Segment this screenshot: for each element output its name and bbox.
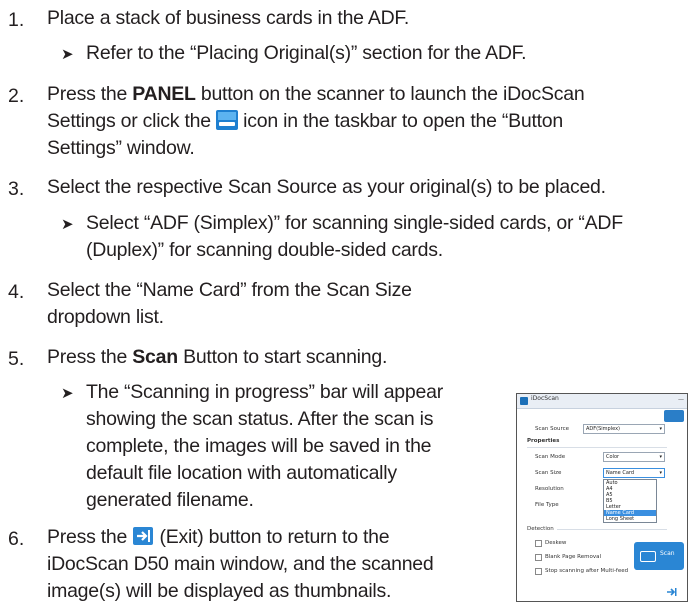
button-settings-window-screenshot: iDocScan — Scan Source ADF(Simplex) ▾ Pro… [516,393,688,602]
sub-step-text: complete, the images will be saved in th… [86,435,432,457]
scan-button-label: Scan [132,346,178,368]
step-text: Press the PANEL button on the scanner to… [47,83,585,105]
sub-step-text: (Duplex)” for scanning double-sided card… [86,239,443,261]
window-title: iDocScan [531,395,559,402]
sub-step-text: Refer to the “Placing Original(s)” secti… [86,42,527,64]
sub-step-text: generated filename. [86,489,254,511]
step-number: 6. [8,528,25,550]
scan-size-dropdown-list[interactable]: Auto A4 A5 B5 Letter Name Card Long Shee… [603,479,657,523]
bullet-arrow-icon: ➤ [61,46,74,63]
scan-mode-select[interactable]: Color ▾ [603,452,665,462]
step-text: Settings” window. [47,137,195,159]
window-titlebar: iDocScan — [517,394,687,409]
multifeed-checkbox[interactable] [535,568,542,575]
list-item[interactable]: Long Sheet [604,516,656,522]
step-text: Press the (Exit) button to return to the [47,524,390,553]
step-number: 2. [8,85,25,107]
scan-button-text: Scan [660,550,675,557]
scan-size-label: Scan Size [535,470,562,476]
step-text: dropdown list. [47,306,164,328]
panel-button-label: PANEL [132,83,196,105]
window-controls: — [678,396,684,403]
scan-source-select[interactable]: ADF(Simplex) ▾ [583,424,665,434]
chevron-down-icon: ▾ [659,454,662,460]
scan-source-label: Scan Source [535,426,570,432]
step-number: 5. [8,348,25,370]
bullet-arrow-icon: ➤ [61,385,74,402]
step-text: Settings or click the icon in the taskba… [47,108,563,137]
chevron-down-icon: ▾ [659,426,662,432]
scan-size-select[interactable]: Name Card ▾ [603,468,665,478]
step-number: 4. [8,281,25,303]
deskew-checkbox[interactable] [535,540,542,547]
blank-page-checkbox[interactable] [535,554,542,561]
sub-step-text: The “Scanning in progress” bar will appe… [86,381,443,403]
file-type-label: File Type [535,502,559,508]
step-text: iDocScan D50 main window, and the scanne… [47,553,434,575]
step-text: Select the respective Scan Source as you… [47,176,606,198]
step-text: Place a stack of business cards in the A… [47,7,410,29]
divider [527,447,667,448]
chevron-down-icon: ▾ [659,470,662,476]
bullet-arrow-icon: ➤ [61,216,74,233]
sub-step-text: Select “ADF (Simplex)” for scanning sing… [86,212,623,234]
scanner-icon [640,551,656,562]
taskbar-scanner-icon [216,110,238,137]
window-scan-button[interactable]: Scan [634,542,684,570]
detection-label: Detection [527,526,554,532]
resolution-label: Resolution [535,486,564,492]
sub-step-text: default file location with automatically [86,462,397,484]
step-text: Press the Scan Button to start scanning. [47,346,388,368]
exit-icon [132,526,154,553]
step-number: 3. [8,178,25,200]
blank-page-label: Blank Page Removal [545,554,601,560]
sub-step-text: showing the scan status. After the scan … [86,408,434,430]
app-logo-icon [520,397,528,405]
scan-mode-label: Scan Mode [535,454,566,460]
deskew-label: Deskew [545,540,567,546]
step-number: 1. [8,9,25,31]
step-text: image(s) will be displayed as thumbnails… [47,580,392,602]
step-text: Select the “Name Card” from the Scan Siz… [47,279,412,301]
window-exit-icon[interactable] [666,584,678,596]
scanner-toggle-icon [664,410,684,422]
multifeed-label: Stop scanning after Multi-feed [545,568,629,574]
properties-label: Properties [527,438,560,444]
divider [557,529,667,530]
